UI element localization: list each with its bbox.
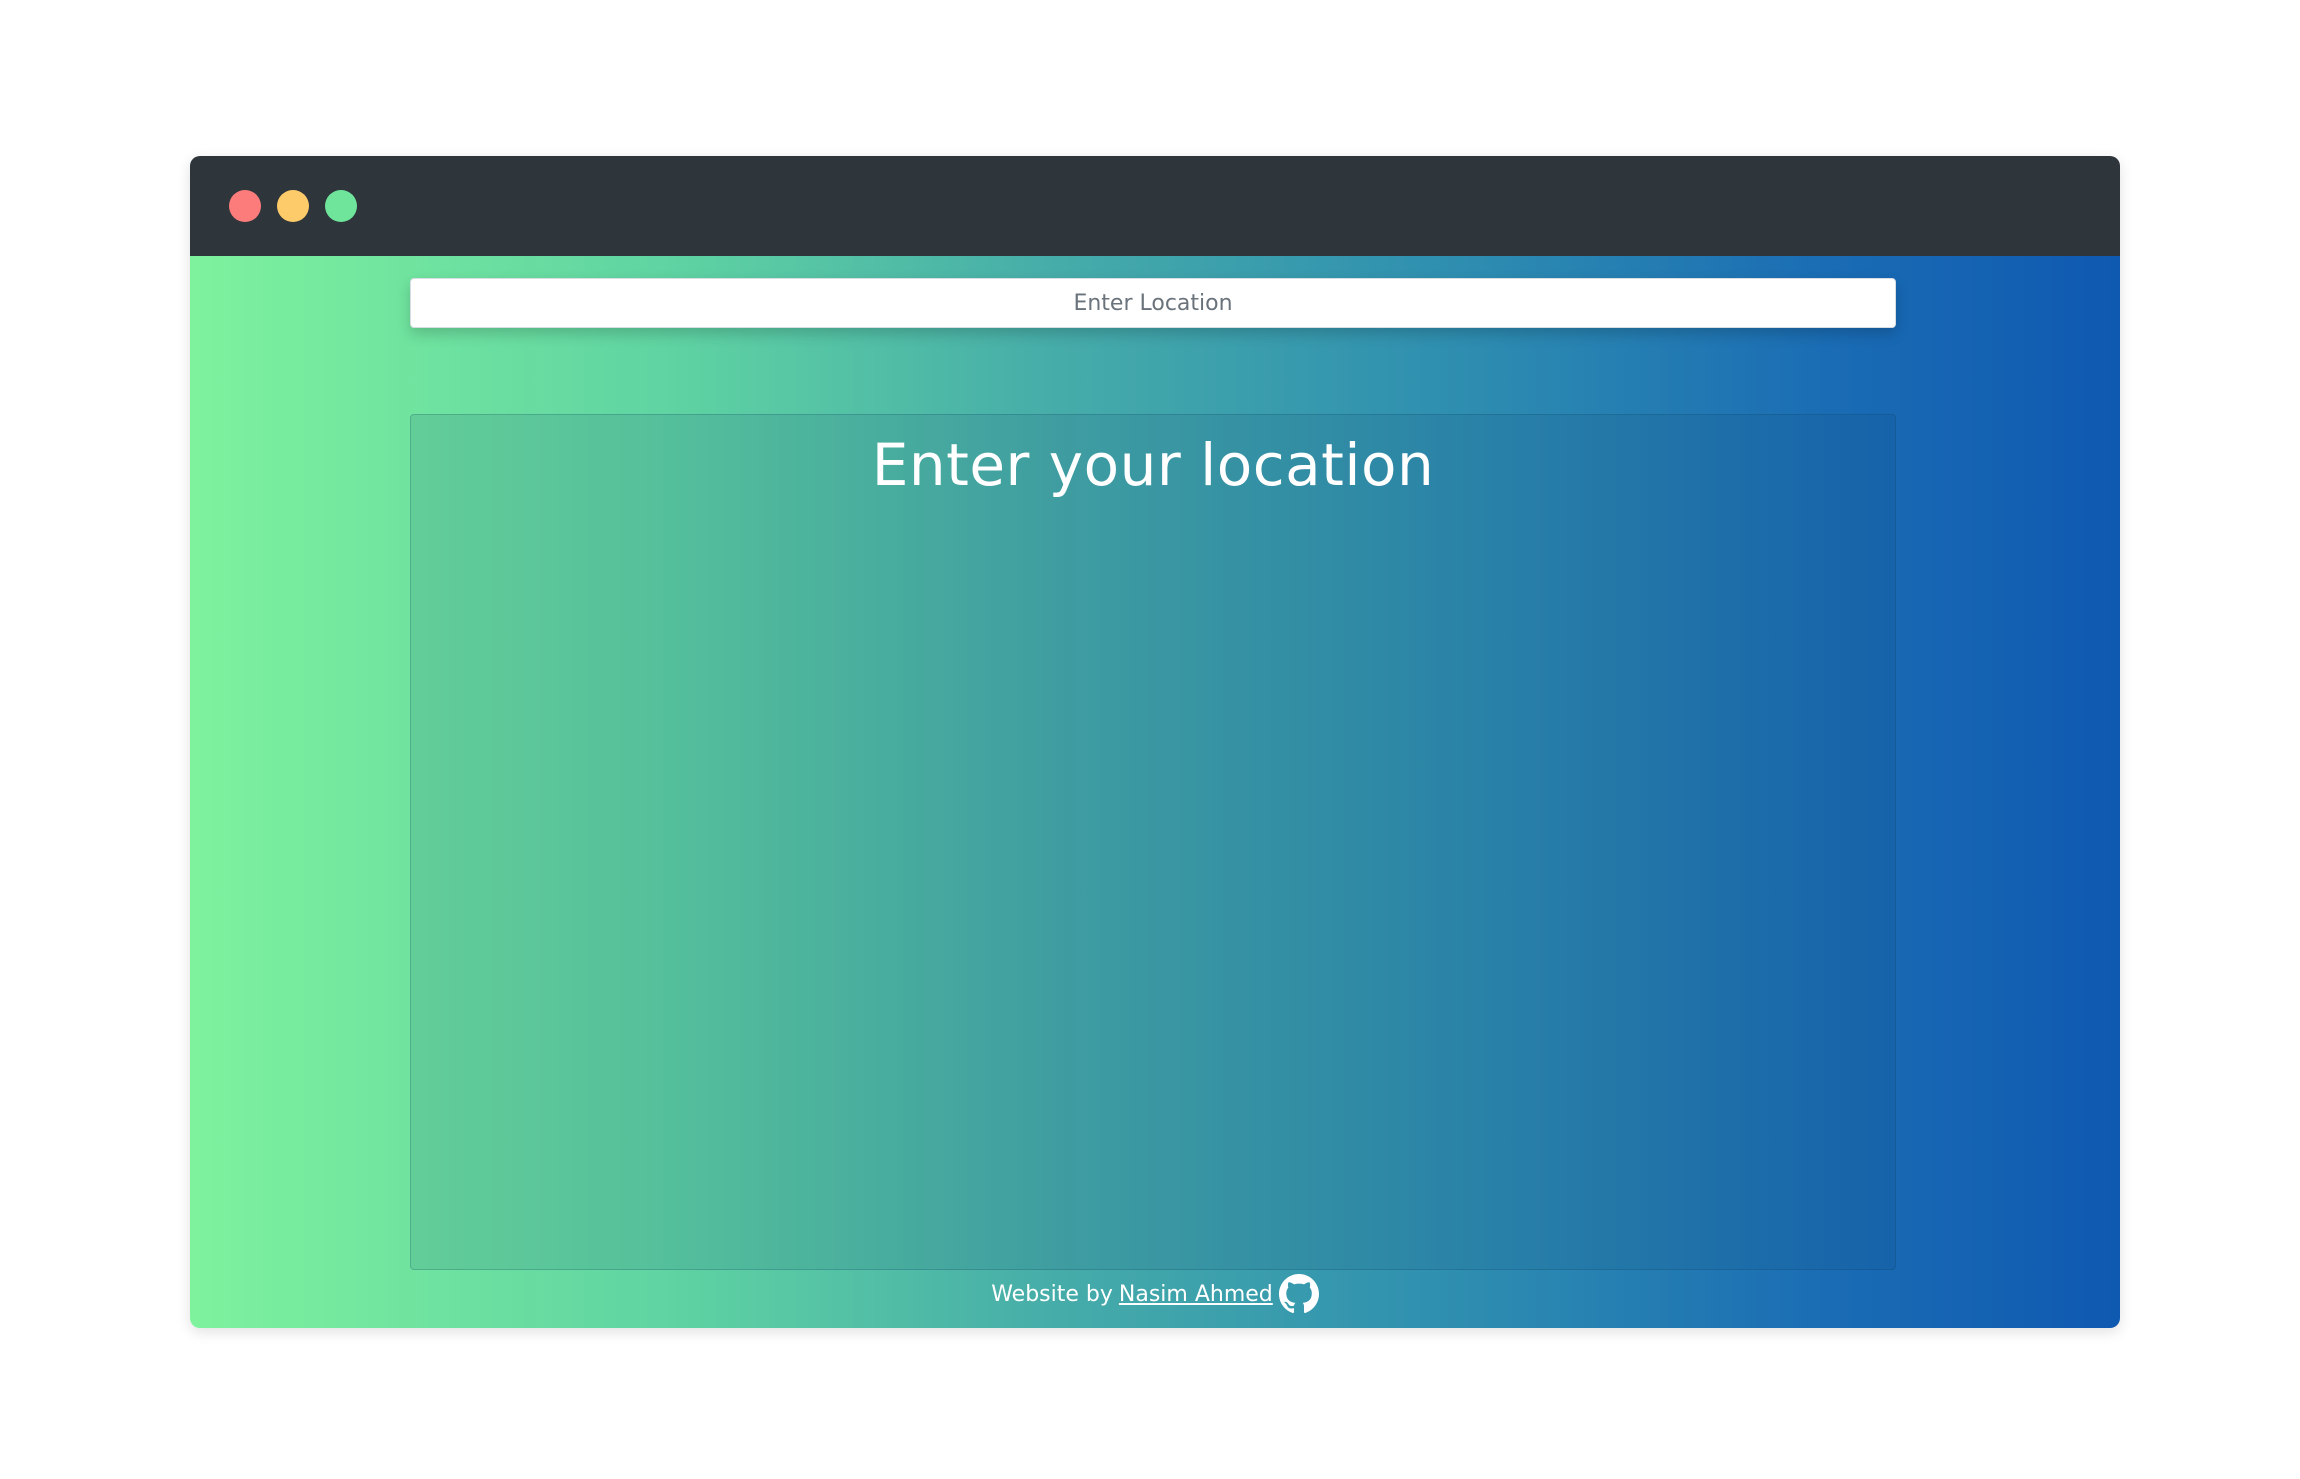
weather-panel: Enter your location <box>410 414 1896 1270</box>
page-viewport: Enter your location Website by Nasim Ahm… <box>190 256 2120 1328</box>
footer-credit-text: Website by <box>991 1281 1113 1307</box>
browser-window: Enter your location Website by Nasim Ahm… <box>190 156 2120 1328</box>
location-search-input[interactable] <box>410 278 1896 328</box>
author-link[interactable]: Nasim Ahmed <box>1119 1282 1273 1307</box>
window-close-button[interactable] <box>229 190 261 222</box>
window-titlebar <box>190 156 2120 256</box>
panel-title: Enter your location <box>871 431 1435 499</box>
window-maximize-button[interactable] <box>325 190 357 222</box>
footer: Website by Nasim Ahmed <box>190 1272 2120 1316</box>
window-minimize-button[interactable] <box>277 190 309 222</box>
github-icon[interactable] <box>1278 1274 1319 1314</box>
